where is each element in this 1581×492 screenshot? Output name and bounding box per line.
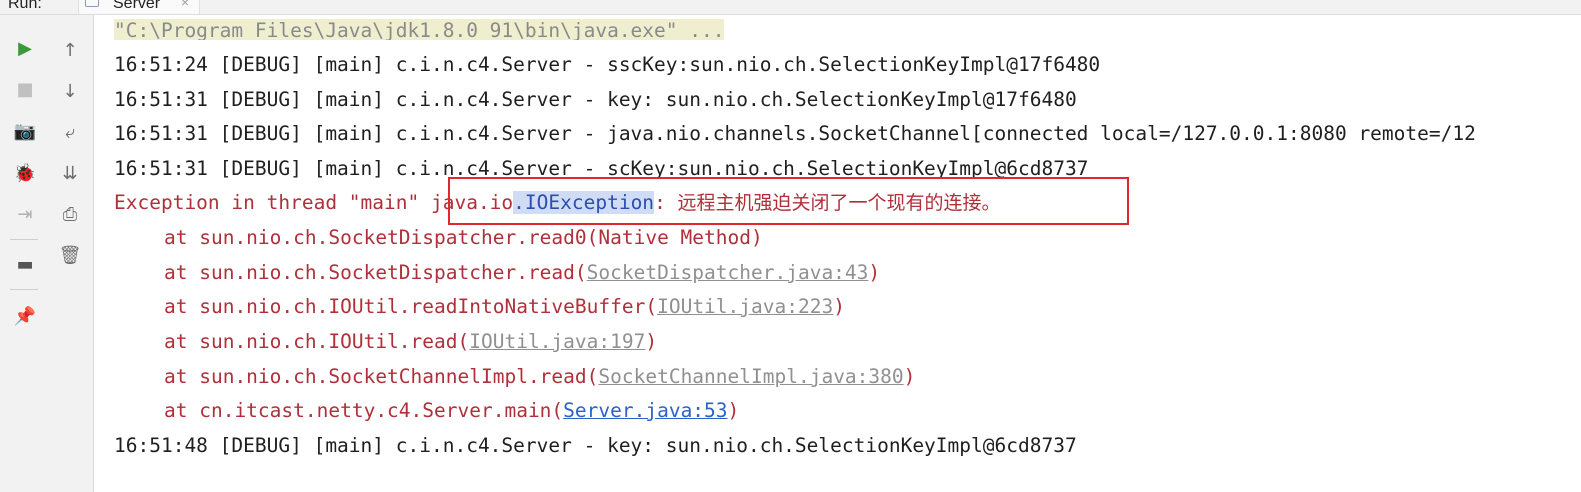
login-icon[interactable]: ⇥ [12, 201, 38, 227]
toolbar-divider [10, 289, 38, 290]
log-line: 16:51:31 [DEBUG] [main] c.i.n.c4.Server … [114, 122, 1476, 145]
stack-frame-text: at sun.nio.ch.SocketDispatcher.read( [164, 261, 587, 284]
source-link[interactable]: IOUtil.java:223 [657, 295, 833, 318]
stack-frame-close: ) [727, 399, 740, 422]
stack-frame-close: ) [868, 261, 881, 284]
source-link[interactable]: SocketDispatcher.java:43 [587, 261, 869, 284]
stack-frame-text: at sun.nio.ch.SocketChannelImpl.read( [164, 365, 599, 388]
command-line: "C:\Program Files\Java\jdk1.8.0_91\bin\j… [114, 18, 725, 40]
source-link[interactable]: Server.java:53 [563, 399, 727, 422]
scroll-to-end-icon[interactable]: ⇊ [57, 160, 83, 186]
debug-bug-icon[interactable]: 🐞 [12, 160, 38, 186]
source-link[interactable]: IOUtil.java:197 [469, 330, 645, 353]
run-icon[interactable]: ▶ [12, 35, 38, 61]
trash-icon[interactable]: 🗑 [57, 242, 83, 268]
pin-icon[interactable]: 📌 [12, 303, 38, 329]
camera-icon[interactable]: 📷 [12, 118, 38, 144]
source-link[interactable]: SocketChannelImpl.java:380 [598, 365, 903, 388]
run-toolbar-left: ▶ ■ 📷 🐞 ⇥ ▬ 📌 [0, 15, 46, 492]
stack-frame-text: at sun.nio.ch.IOUtil.readIntoNativeBuffe… [164, 295, 658, 318]
stack-frame-close: ) [833, 295, 845, 318]
highlight-box [448, 177, 1129, 225]
print-icon[interactable]: ⎙ [57, 201, 83, 227]
stack-frame-close: ) [903, 365, 916, 388]
stack-trace-line: at sun.nio.ch.IOUtil.read(IOUtil.java:19… [164, 329, 657, 355]
log-line: 16:51:31 [DEBUG] [main] c.i.n.c4.Server … [114, 88, 1077, 111]
stack-trace-line: at cn.itcast.netty.c4.Server.main(Server… [164, 398, 739, 424]
layout-icon[interactable]: ▬ [12, 251, 38, 277]
stack-frame-close: ) [645, 330, 658, 353]
stack-trace-line: at sun.nio.ch.SocketDispatcher.read0(Nat… [164, 225, 763, 251]
up-arrow-icon[interactable]: ↑ [57, 37, 83, 63]
tab-server-title: Server [113, 0, 161, 12]
down-arrow-icon[interactable]: ↓ [57, 78, 83, 104]
stop-icon[interactable]: ■ [12, 76, 38, 102]
stack-frame-text: at sun.nio.ch.IOUtil.read( [164, 330, 470, 353]
command-line-text: "C:\Program Files\Java\jdk1.8.0_91\bin\j… [114, 19, 725, 40]
run-config-icon [85, 0, 99, 7]
soft-wrap-icon[interactable]: ⤶ [57, 119, 83, 145]
run-label: Run: [8, 0, 42, 12]
stack-trace-line: at sun.nio.ch.IOUtil.readIntoNativeBuffe… [164, 294, 845, 320]
console-output[interactable]: "C:\Program Files\Java\jdk1.8.0_91\bin\j… [94, 15, 1581, 492]
stack-frame-text: at cn.itcast.netty.c4.Server.main( [164, 399, 564, 422]
close-tab-icon[interactable]: × [181, 0, 189, 10]
run-tool-window-header: Run: Server × [0, 0, 1581, 15]
log-line: 16:51:24 [DEBUG] [main] c.i.n.c4.Server … [114, 53, 1101, 76]
toolbar-divider [10, 239, 38, 240]
log-line: 16:51:48 [DEBUG] [main] c.i.n.c4.Server … [114, 434, 1077, 457]
exception-prefix: Exception in thread "main" [114, 191, 431, 214]
stack-frame-text: at sun.nio.ch.SocketDispatcher.read0(Nat… [164, 226, 763, 249]
stack-trace-line: at sun.nio.ch.SocketDispatcher.read(Sock… [164, 260, 880, 286]
tab-server[interactable]: Server × [78, 0, 200, 14]
run-toolbar-right: ↑ ↓ ⤶ ⇊ ⎙ 🗑 [46, 15, 94, 492]
stack-trace-line: at sun.nio.ch.SocketChannelImpl.read(Soc… [164, 364, 915, 390]
